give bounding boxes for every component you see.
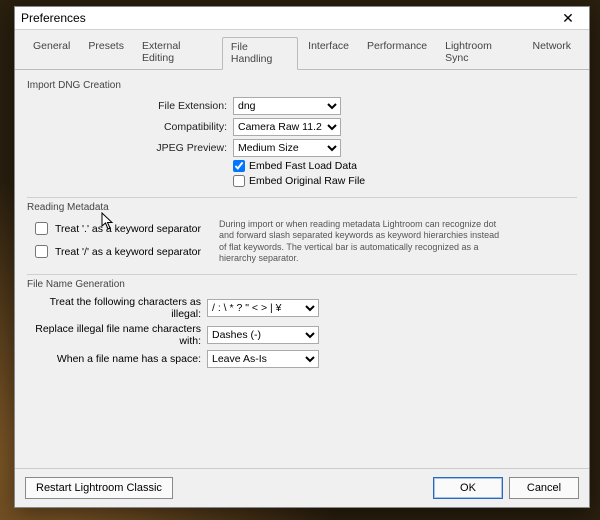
row-treat-dot: Treat '.' as a keyword separator (31, 219, 201, 238)
row-embed-fast-load: Embed Fast Load Data (233, 160, 577, 172)
titlebar: Preferences ✕ (15, 7, 589, 30)
tab-external-editing[interactable]: External Editing (134, 37, 220, 70)
replace-with-label: Replace illegal file name characters wit… (27, 323, 207, 347)
preferences-body: Import DNG Creation File Extension: dng … (15, 70, 589, 468)
ok-button[interactable]: OK (433, 477, 503, 499)
reading-metadata-note: During import or when reading metadata L… (219, 219, 509, 264)
row-treat-slash: Treat '/' as a keyword separator (31, 242, 201, 261)
window-title: Preferences (21, 11, 553, 25)
tab-general[interactable]: General (25, 37, 78, 70)
restart-button[interactable]: Restart Lightroom Classic (25, 477, 173, 499)
treat-slash-checkbox[interactable] (35, 245, 48, 258)
row-illegal-chars: Treat the following characters as illega… (27, 296, 577, 320)
row-file-extension: File Extension: dng (27, 97, 577, 115)
row-jpeg-preview: JPEG Preview: Medium Size (27, 139, 577, 157)
embed-original-checkbox[interactable] (233, 175, 245, 187)
illegal-chars-select[interactable]: / : \ * ? " < > | ¥ (207, 299, 319, 317)
row-embed-original: Embed Original Raw File (233, 175, 577, 187)
preferences-dialog: Preferences ✕ General Presets External E… (14, 6, 590, 508)
embed-fast-load-checkbox[interactable] (233, 160, 245, 172)
jpeg-preview-label: JPEG Preview: (27, 142, 233, 154)
divider-1 (27, 197, 577, 198)
illegal-chars-label: Treat the following characters as illega… (27, 296, 207, 320)
embed-original-label: Embed Original Raw File (249, 175, 365, 187)
compatibility-label: Compatibility: (27, 121, 233, 133)
dialog-footer: Restart Lightroom Classic OK Cancel (15, 468, 589, 507)
space-handling-label: When a file name has a space: (27, 353, 207, 365)
tab-performance[interactable]: Performance (359, 37, 435, 70)
section-reading-metadata: Reading Metadata (27, 202, 577, 213)
tab-network[interactable]: Network (524, 37, 579, 70)
reading-metadata-row: Treat '.' as a keyword separator Treat '… (27, 219, 577, 264)
treat-dot-label: Treat '.' as a keyword separator (55, 223, 201, 235)
space-handling-select[interactable]: Leave As-Is (207, 350, 319, 368)
tab-file-handling[interactable]: File Handling (222, 37, 298, 70)
tab-interface[interactable]: Interface (300, 37, 357, 70)
row-space-handling: When a file name has a space: Leave As-I… (27, 350, 577, 368)
reading-metadata-checks: Treat '.' as a keyword separator Treat '… (31, 219, 201, 261)
section-file-name-generation: File Name Generation (27, 279, 577, 290)
treat-dot-checkbox[interactable] (35, 222, 48, 235)
compatibility-select[interactable]: Camera Raw 11.2 and later (233, 118, 341, 136)
section-import-dng: Import DNG Creation (27, 80, 577, 91)
cancel-button[interactable]: Cancel (509, 477, 579, 499)
file-extension-label: File Extension: (27, 100, 233, 112)
divider-2 (27, 274, 577, 275)
tab-presets[interactable]: Presets (80, 37, 132, 70)
file-extension-select[interactable]: dng (233, 97, 341, 115)
tab-bar: General Presets External Editing File Ha… (15, 30, 589, 70)
close-icon[interactable]: ✕ (553, 11, 583, 25)
tab-lightroom-sync[interactable]: Lightroom Sync (437, 37, 522, 70)
jpeg-preview-select[interactable]: Medium Size (233, 139, 341, 157)
embed-fast-load-label: Embed Fast Load Data (249, 160, 357, 172)
row-compatibility: Compatibility: Camera Raw 11.2 and later (27, 118, 577, 136)
treat-slash-label: Treat '/' as a keyword separator (55, 246, 201, 258)
row-replace-with: Replace illegal file name characters wit… (27, 323, 577, 347)
replace-with-select[interactable]: Dashes (-) (207, 326, 319, 344)
